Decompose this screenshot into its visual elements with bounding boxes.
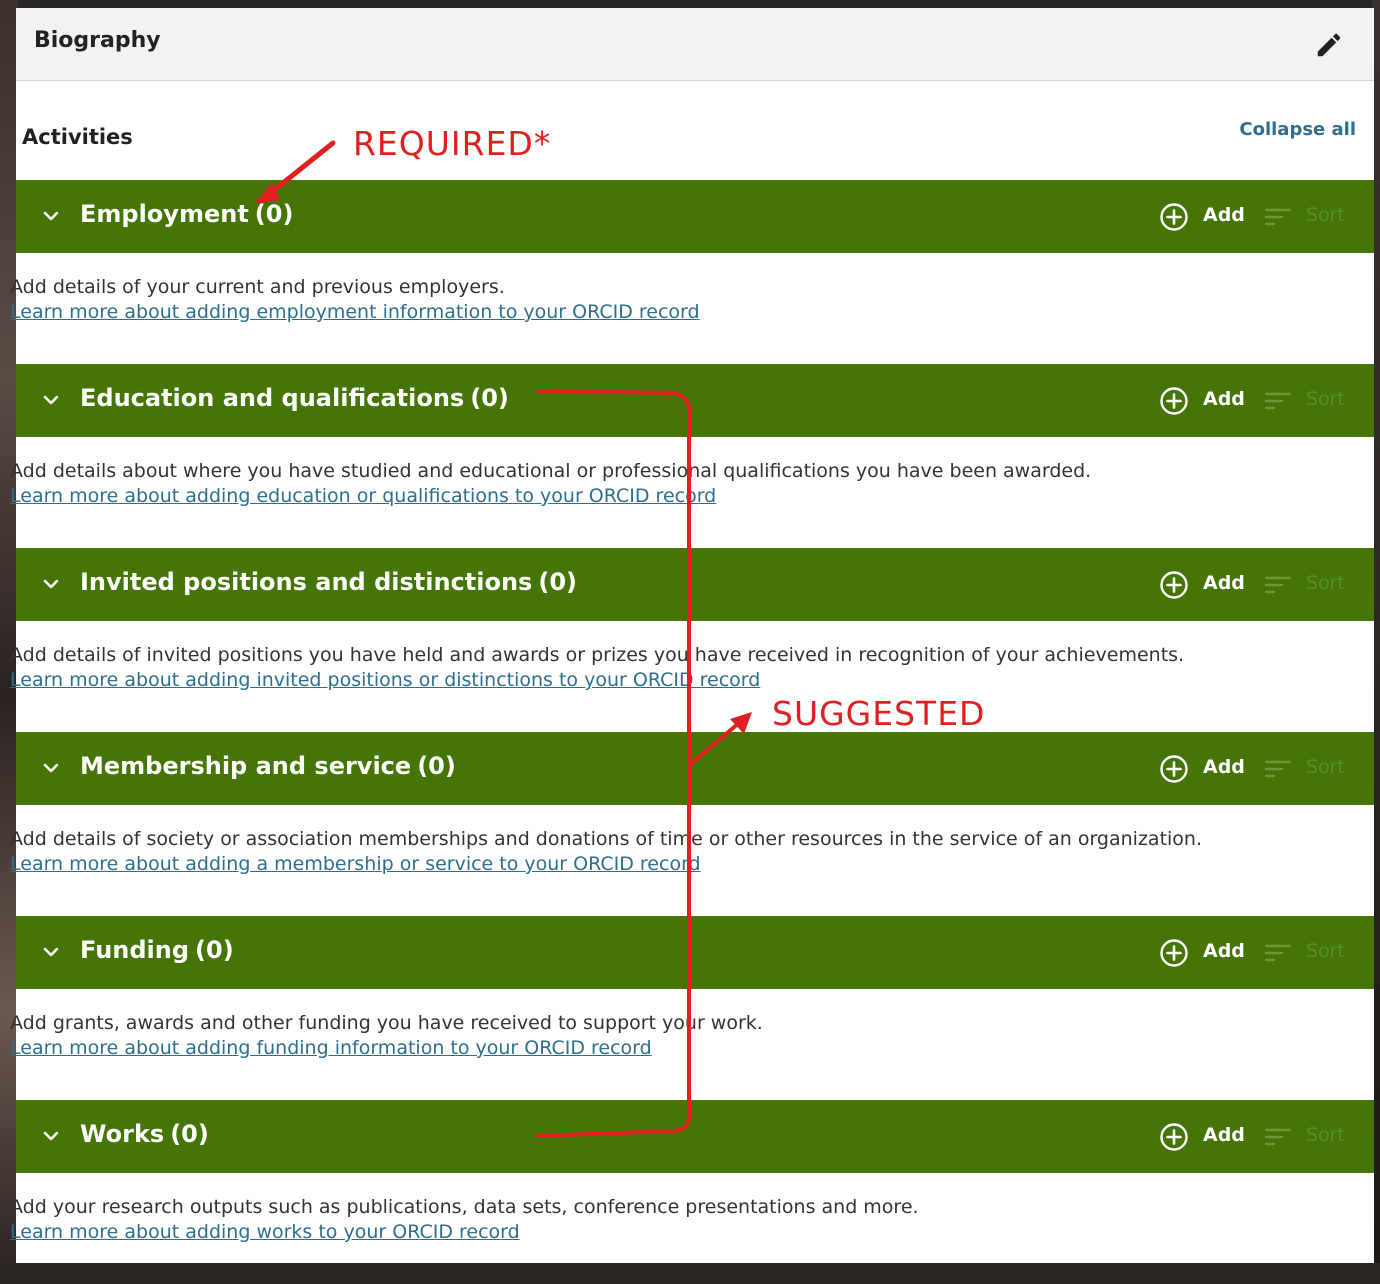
section-title-text: Funding xyxy=(80,936,190,964)
required-annotation: REQUIRED* xyxy=(353,124,552,163)
activities-heading: Activities xyxy=(22,125,133,149)
sort-icon xyxy=(1264,208,1292,226)
activity-section: Education and qualifications (0) Add Sort… xyxy=(10,364,1374,548)
learn-more-link[interactable]: Learn more about adding funding informat… xyxy=(10,1037,652,1059)
section-count: (0) xyxy=(254,200,294,228)
section-description: Add details of invited positions you hav… xyxy=(10,644,1185,666)
section-header[interactable]: Education and qualifications (0) Add Sort xyxy=(16,364,1374,437)
sort-button: Sort xyxy=(1306,388,1345,410)
section-header[interactable]: Employment (0) Add Sort xyxy=(16,180,1374,253)
sort-icon xyxy=(1264,1128,1292,1146)
section-count: (0) xyxy=(170,1120,209,1148)
activity-section: Membership and service (0) Add Sort Add d… xyxy=(10,732,1374,916)
section-description: Add grants, awards and other funding you… xyxy=(10,1012,763,1034)
section-title: Employment (0) xyxy=(80,200,293,228)
section-title-text: Education and qualifications xyxy=(80,384,465,412)
add-button[interactable]: Add xyxy=(1203,756,1245,778)
add-button[interactable]: Add xyxy=(1203,204,1245,226)
collapse-all-link[interactable]: Collapse all xyxy=(1239,119,1356,140)
learn-more-link[interactable]: Learn more about adding a membership or … xyxy=(10,853,701,875)
chevron-down-icon[interactable] xyxy=(42,944,60,960)
sort-button: Sort xyxy=(1306,1124,1345,1146)
section-title: Membership and service (0) xyxy=(80,752,456,780)
section-title: Education and qualifications (0) xyxy=(80,384,509,412)
learn-more-link[interactable]: Learn more about adding invited position… xyxy=(10,669,760,691)
activity-section: Invited positions and distinctions (0) Ad… xyxy=(10,548,1374,732)
pencil-icon[interactable] xyxy=(1314,30,1344,60)
suggested-annotation: SUGGESTED xyxy=(772,694,986,733)
chevron-down-icon[interactable] xyxy=(42,760,60,776)
section-header[interactable]: Invited positions and distinctions (0) Ad… xyxy=(16,548,1374,621)
section-title: Works (0) xyxy=(80,1120,209,1148)
sort-button: Sort xyxy=(1306,572,1345,594)
chevron-down-icon[interactable] xyxy=(42,208,60,224)
section-header[interactable]: Membership and service (0) Add Sort xyxy=(16,732,1374,805)
plus-circle-icon[interactable] xyxy=(1159,386,1189,416)
add-button[interactable]: Add xyxy=(1203,388,1245,410)
section-description: Add details about where you have studied… xyxy=(10,460,1092,482)
add-button[interactable]: Add xyxy=(1203,1124,1245,1146)
plus-circle-icon[interactable] xyxy=(1159,570,1189,600)
learn-more-link[interactable]: Learn more about adding employment infor… xyxy=(10,301,700,323)
plus-circle-icon[interactable] xyxy=(1159,1122,1189,1152)
sort-icon xyxy=(1264,760,1292,778)
section-title-text: Membership and service xyxy=(80,752,412,780)
section-header[interactable]: Works (0) Add Sort xyxy=(16,1100,1374,1173)
sort-button: Sort xyxy=(1306,940,1345,962)
plus-circle-icon[interactable] xyxy=(1159,938,1189,968)
section-description: Add details of society or association me… xyxy=(10,828,1203,850)
section-title-text: Invited positions and distinctions xyxy=(80,568,533,596)
chevron-down-icon[interactable] xyxy=(42,576,60,592)
biography-header[interactable]: Biography xyxy=(16,8,1374,81)
section-title: Invited positions and distinctions (0) xyxy=(80,568,577,596)
add-button[interactable]: Add xyxy=(1203,940,1245,962)
activity-section: Employment (0) Add Sort Add details of yo… xyxy=(10,180,1374,364)
chevron-down-icon[interactable] xyxy=(42,1128,60,1144)
section-title-text: Works xyxy=(80,1120,165,1148)
plus-circle-icon[interactable] xyxy=(1159,754,1189,784)
sort-icon xyxy=(1264,576,1292,594)
learn-more-link[interactable]: Learn more about adding education or qua… xyxy=(10,485,716,507)
learn-more-link[interactable]: Learn more about adding works to your OR… xyxy=(10,1221,520,1243)
chevron-down-icon[interactable] xyxy=(42,392,60,408)
sort-button: Sort xyxy=(1306,204,1345,226)
sort-icon xyxy=(1264,944,1292,962)
section-title-text: Employment xyxy=(80,200,249,228)
activity-section: Works (0) Add Sort Add your research outp… xyxy=(10,1100,1374,1284)
sort-button: Sort xyxy=(1306,756,1345,778)
sort-icon xyxy=(1264,392,1292,410)
section-count: (0) xyxy=(470,384,509,412)
plus-circle-icon[interactable] xyxy=(1159,202,1189,232)
section-description: Add your research outputs such as public… xyxy=(10,1196,919,1218)
activities-panel: Activities Collapse all Employment (0) Ad… xyxy=(10,81,1374,1263)
section-count: (0) xyxy=(538,568,577,596)
section-count: (0) xyxy=(195,936,234,964)
section-count: (0) xyxy=(417,752,456,780)
add-button[interactable]: Add xyxy=(1203,572,1245,594)
section-title: Funding (0) xyxy=(80,936,234,964)
activity-section: Funding (0) Add Sort Add grants, awards a… xyxy=(10,916,1374,1100)
section-description: Add details of your current and previous… xyxy=(10,276,505,298)
biography-title: Biography xyxy=(34,28,161,53)
section-header[interactable]: Funding (0) Add Sort xyxy=(16,916,1374,989)
